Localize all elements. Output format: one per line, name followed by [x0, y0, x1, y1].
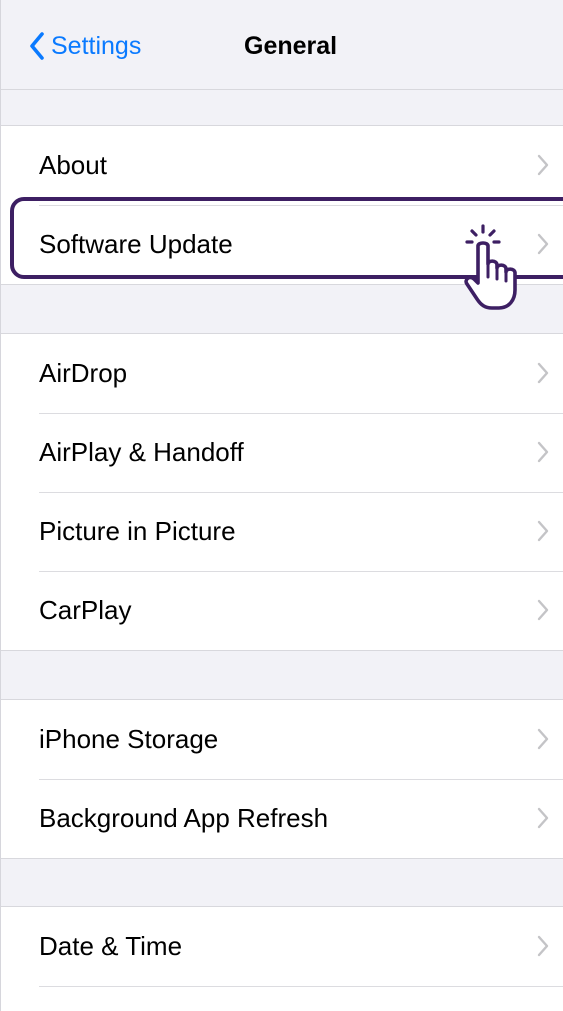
- back-button-label: Settings: [51, 32, 142, 60]
- settings-group-3: iPhone Storage Background App Refresh: [1, 699, 563, 859]
- row-label: About: [39, 150, 107, 180]
- chevron-right-icon: [537, 520, 549, 542]
- row-software-update[interactable]: Software Update: [1, 205, 563, 284]
- screen: Settings General About Software Update A…: [0, 0, 563, 1011]
- chevron-right-icon: [537, 233, 549, 255]
- row-label: AirPlay & Handoff: [39, 437, 244, 467]
- chevron-right-icon: [537, 728, 549, 750]
- chevron-right-icon: [537, 935, 549, 957]
- row-label: Picture in Picture: [39, 516, 236, 546]
- row-background-app-refresh[interactable]: Background App Refresh: [1, 779, 563, 858]
- row-label: Background App Refresh: [39, 803, 329, 833]
- page-title: General: [244, 32, 338, 60]
- chevron-right-icon: [537, 362, 549, 384]
- row-label: iPhone Storage: [39, 724, 219, 754]
- settings-group-1: About Software Update: [1, 125, 563, 285]
- chevron-right-icon: [537, 807, 549, 829]
- chevron-left-icon: [30, 32, 44, 60]
- chevron-right-icon: [537, 154, 549, 176]
- row-partial: [1, 986, 563, 1011]
- row-airdrop[interactable]: AirDrop: [1, 334, 563, 413]
- navigation-bar: Settings General: [1, 0, 563, 90]
- row-airplay-handoff[interactable]: AirPlay & Handoff: [1, 413, 563, 492]
- row-about[interactable]: About: [1, 126, 563, 205]
- row-label: AirDrop: [39, 358, 128, 388]
- row-label: Date & Time: [39, 931, 183, 961]
- settings-group-2: AirDrop AirPlay & Handoff Picture in Pic…: [1, 333, 563, 651]
- back-button[interactable]: Settings: [29, 26, 141, 66]
- row-label: Software Update: [39, 229, 233, 259]
- chevron-right-icon: [537, 441, 549, 463]
- chevron-right-icon: [537, 599, 549, 621]
- row-picture-in-picture[interactable]: Picture in Picture: [1, 492, 563, 571]
- row-label: CarPlay: [39, 595, 132, 625]
- settings-group-4: Date & Time: [1, 906, 563, 1011]
- row-date-time[interactable]: Date & Time: [1, 907, 563, 986]
- row-iphone-storage[interactable]: iPhone Storage: [1, 700, 563, 779]
- row-carplay[interactable]: CarPlay: [1, 571, 563, 650]
